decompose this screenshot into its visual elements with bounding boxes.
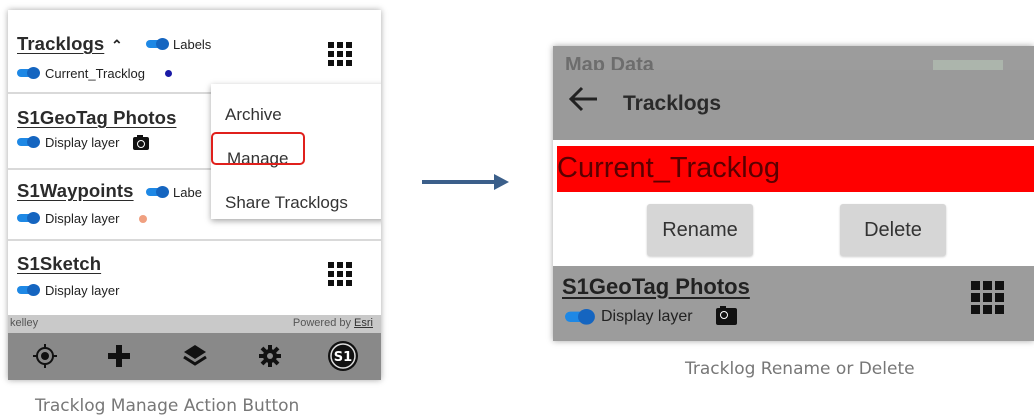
layer-title-waypoints[interactable]: S1Waypoints [17,180,134,202]
geotag-display-label: Display layer [45,135,120,150]
left-screenshot: Tracklogs ⌃ Labels Current_Tracklog S1Ge… [8,10,381,380]
selected-tracklog-row[interactable]: Current_Tracklog [557,146,1034,192]
camera-icon [133,135,149,150]
geotag-display-label: Display layer [601,308,693,325]
manage-header: Tracklogs [553,70,1034,140]
tracklog-edit-panel: Current_Tracklog Rename Delete [553,140,1034,266]
waypoints-display-toggle[interactable] [17,212,41,224]
layers-icon[interactable] [180,341,210,371]
delete-button[interactable]: Delete [840,204,946,256]
layer-card-geotag-photos: S1GeoTag Photos Display layer [553,266,1034,341]
s1-logo-icon[interactable]: S1 [326,339,360,373]
camera-icon [716,306,737,325]
layer-card-tracklogs: Tracklogs ⌃ Labels Current_Tracklog [8,10,381,94]
grid-menu-icon[interactable] [328,262,352,286]
locate-icon[interactable] [30,341,60,371]
menu-item-share-tracklogs[interactable]: Share Tracklogs [225,193,348,213]
chevron-up-icon[interactable]: ⌃ [111,37,123,54]
geotag-display-toggle[interactable] [565,309,596,325]
esri-link[interactable]: Esri [354,317,373,329]
waypoints-labels-label: Labe [173,185,202,200]
map-attribution-strip: kelley Powered by Esri [8,315,381,333]
layer-title-tracklogs[interactable]: Tracklogs [17,33,104,55]
waypoints-labels-toggle[interactable] [146,186,170,198]
sketch-display-label: Display layer [45,283,120,298]
map-label: kelley [10,317,39,329]
gear-icon[interactable] [255,341,285,371]
flow-arrow [422,180,500,184]
plus-icon[interactable] [104,341,134,371]
powered-by-text: Powered by Esri [292,317,373,329]
arrow-head-icon [494,174,509,190]
right-screenshot: Map Data Tracklogs Current_Tracklog Rena… [553,46,1034,341]
layer-title-geotag-photos[interactable]: S1GeoTag Photos [562,274,750,300]
geotag-display-toggle[interactable] [17,136,41,148]
bottom-toolbar: S1 [8,333,381,380]
rename-button[interactable]: Rename [647,204,753,256]
sketch-display-toggle[interactable] [17,284,41,296]
selected-tracklog-name: Current_Tracklog [557,152,780,184]
tracklog-action-menu: Archive Manage Share Tracklogs [211,84,381,219]
waypoint-color-dot [139,215,147,223]
layer-title-sketch[interactable]: S1Sketch [17,253,101,275]
grid-menu-icon[interactable] [328,42,352,66]
svg-text:S1: S1 [334,350,352,365]
right-caption: Tracklog Rename or Delete [685,359,915,379]
labels-toggle-label: Labels [173,37,212,52]
back-arrow-icon[interactable] [567,84,601,119]
tracklog-color-dot [165,70,172,77]
layer-card-sketch: S1Sketch Display layer [8,241,381,315]
waypoints-display-label: Display layer [45,211,120,226]
page-title: Tracklogs [623,92,722,115]
current-tracklog-toggle[interactable] [17,67,41,79]
manage-highlight-box [211,132,305,165]
left-caption: Tracklog Manage Action Button [35,396,300,416]
layer-title-geotag-photos[interactable]: S1GeoTag Photos [17,107,176,129]
menu-item-archive[interactable]: Archive [225,105,282,125]
labels-toggle[interactable] [146,38,170,50]
grid-menu-icon[interactable] [971,281,1004,314]
current-tracklog-label: Current_Tracklog [45,66,145,81]
